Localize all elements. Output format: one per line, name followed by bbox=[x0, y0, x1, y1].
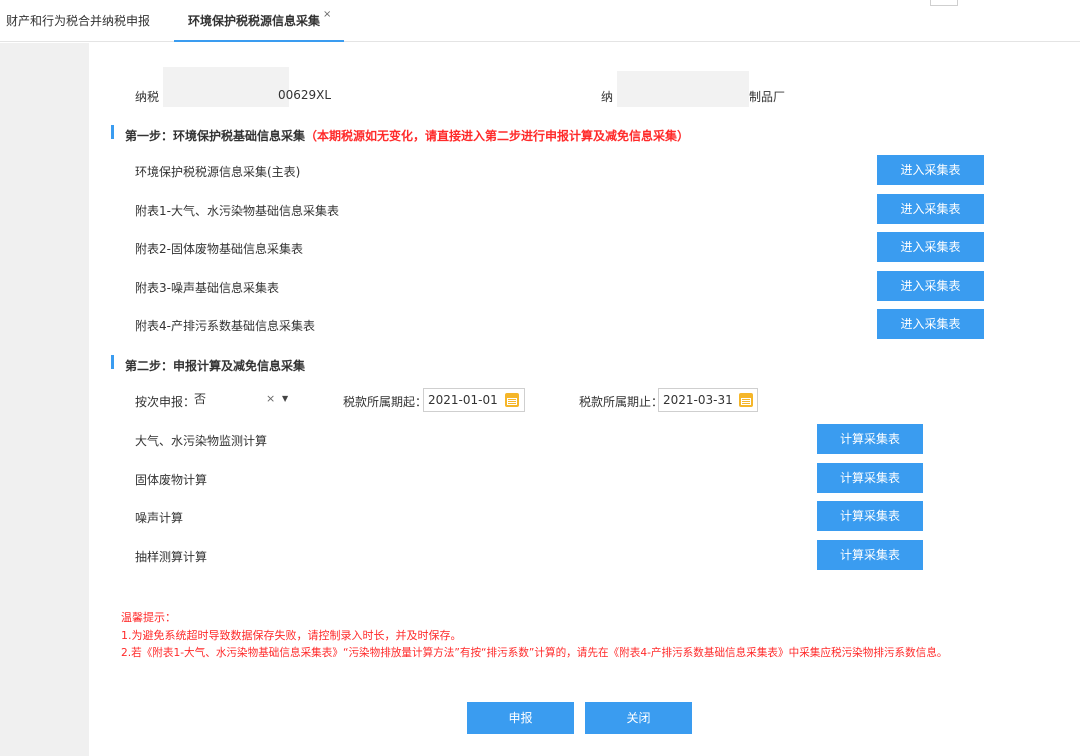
content-area: 纳税 00629XL 纳 制品厂 第一步：环境保护税基础信息采集（本期税源如无变… bbox=[0, 43, 1080, 756]
step1-item-label: 附表2-固体废物基础信息采集表 bbox=[135, 242, 303, 256]
step1-item-label: 附表4-产排污系数基础信息采集表 bbox=[135, 319, 315, 333]
calendar-icon[interactable] bbox=[505, 393, 519, 407]
calc-noise-button[interactable]: 计算采集表 bbox=[817, 501, 923, 531]
taxpayer-name-value: 制品厂 bbox=[749, 90, 786, 104]
step2-item-label: 抽样测算计算 bbox=[135, 550, 208, 564]
taxpayer-id-value: 00629XL bbox=[278, 88, 332, 102]
step2-title: 第二步：申报计算及减免信息采集 bbox=[125, 359, 306, 373]
form-panel: 纳税 00629XL 纳 制品厂 第一步：环境保护税基础信息采集（本期税源如无变… bbox=[89, 43, 1080, 756]
enter-main-form-button[interactable]: 进入采集表 bbox=[877, 155, 984, 185]
chevron-down-icon[interactable]: ▼ bbox=[282, 387, 288, 411]
close-icon[interactable]: × bbox=[323, 0, 331, 36]
step1-header: 第一步：环境保护税基础信息采集（本期税源如无变化，请直接进入第二步进行申报计算及… bbox=[125, 125, 689, 144]
step2-item-label: 固体废物计算 bbox=[135, 473, 208, 487]
filing-mode-label: 按次申报： bbox=[135, 395, 196, 409]
step1-item-label: 附表3-噪声基础信息采集表 bbox=[135, 281, 279, 295]
step2-item-label: 大气、水污染物监测计算 bbox=[135, 434, 268, 448]
redacted-block bbox=[163, 67, 289, 107]
taxpayer-name-label: 纳 bbox=[601, 90, 614, 104]
clear-icon[interactable]: × bbox=[266, 387, 275, 411]
period-start-value: 2021-01-01 bbox=[428, 393, 498, 407]
period-end-value: 2021-03-31 bbox=[663, 393, 733, 407]
calc-sampling-button[interactable]: 计算采集表 bbox=[817, 540, 923, 570]
taxpayer-id-label: 纳税 bbox=[135, 90, 160, 104]
tips-title: 温馨提示： bbox=[121, 611, 176, 624]
step1-title: 第一步：环境保护税基础信息采集 bbox=[125, 129, 306, 143]
calc-air-water-button[interactable]: 计算采集表 bbox=[817, 424, 923, 454]
tips-line-1: 1.为避免系统超时导致数据保存失败，请控制录入时长，并及时保存。 bbox=[121, 629, 462, 642]
period-start-field[interactable]: 2021-01-01 bbox=[423, 388, 525, 412]
close-button[interactable]: 关闭 bbox=[585, 702, 692, 734]
period-end-label: 税款所属期止： bbox=[579, 395, 664, 409]
section-marker bbox=[111, 355, 114, 369]
submit-button[interactable]: 申报 bbox=[467, 702, 574, 734]
step1-item-label: 环境保护税税源信息采集(主表) bbox=[135, 165, 301, 179]
tab-label: 财产和行为税合并纳税申报 bbox=[6, 14, 151, 28]
filing-mode-value: 否 bbox=[194, 392, 207, 406]
enter-schedule2-button[interactable]: 进入采集表 bbox=[877, 232, 984, 262]
step2-item-label: 噪声计算 bbox=[135, 511, 184, 525]
tab-bar: 财产和行为税合并纳税申报 环境保护税税源信息采集 × bbox=[0, 0, 1080, 42]
step1-note: （本期税源如无变化，请直接进入第二步进行申报计算及减免信息采集） bbox=[305, 129, 690, 143]
section-marker bbox=[111, 125, 114, 139]
tab-env-tax-collection[interactable]: 环境保护税税源信息采集 × bbox=[174, 0, 344, 42]
tab-label: 环境保护税税源信息采集 bbox=[188, 14, 321, 28]
enter-schedule4-button[interactable]: 进入采集表 bbox=[877, 309, 984, 339]
step1-item-label: 附表1-大气、水污染物基础信息采集表 bbox=[135, 204, 339, 218]
period-end-field[interactable]: 2021-03-31 bbox=[658, 388, 758, 412]
step2-header: 第二步：申报计算及减免信息采集 bbox=[125, 355, 305, 374]
filing-mode-select[interactable]: 否 × ▼ bbox=[194, 387, 290, 411]
calc-solid-waste-button[interactable]: 计算采集表 bbox=[817, 463, 923, 493]
window-control[interactable] bbox=[930, 0, 958, 6]
redacted-block bbox=[617, 71, 749, 107]
tab-combined-filing[interactable]: 财产和行为税合并纳税申报 bbox=[6, 0, 150, 42]
enter-schedule1-button[interactable]: 进入采集表 bbox=[877, 194, 984, 224]
enter-schedule3-button[interactable]: 进入采集表 bbox=[877, 271, 984, 301]
tips-line-2: 2.若《附表1-大气、水污染物基础信息采集表》“污染物排放量计算方法”有按“排污… bbox=[121, 647, 948, 659]
period-start-label: 税款所属期起： bbox=[343, 395, 428, 409]
calendar-icon[interactable] bbox=[739, 393, 753, 407]
